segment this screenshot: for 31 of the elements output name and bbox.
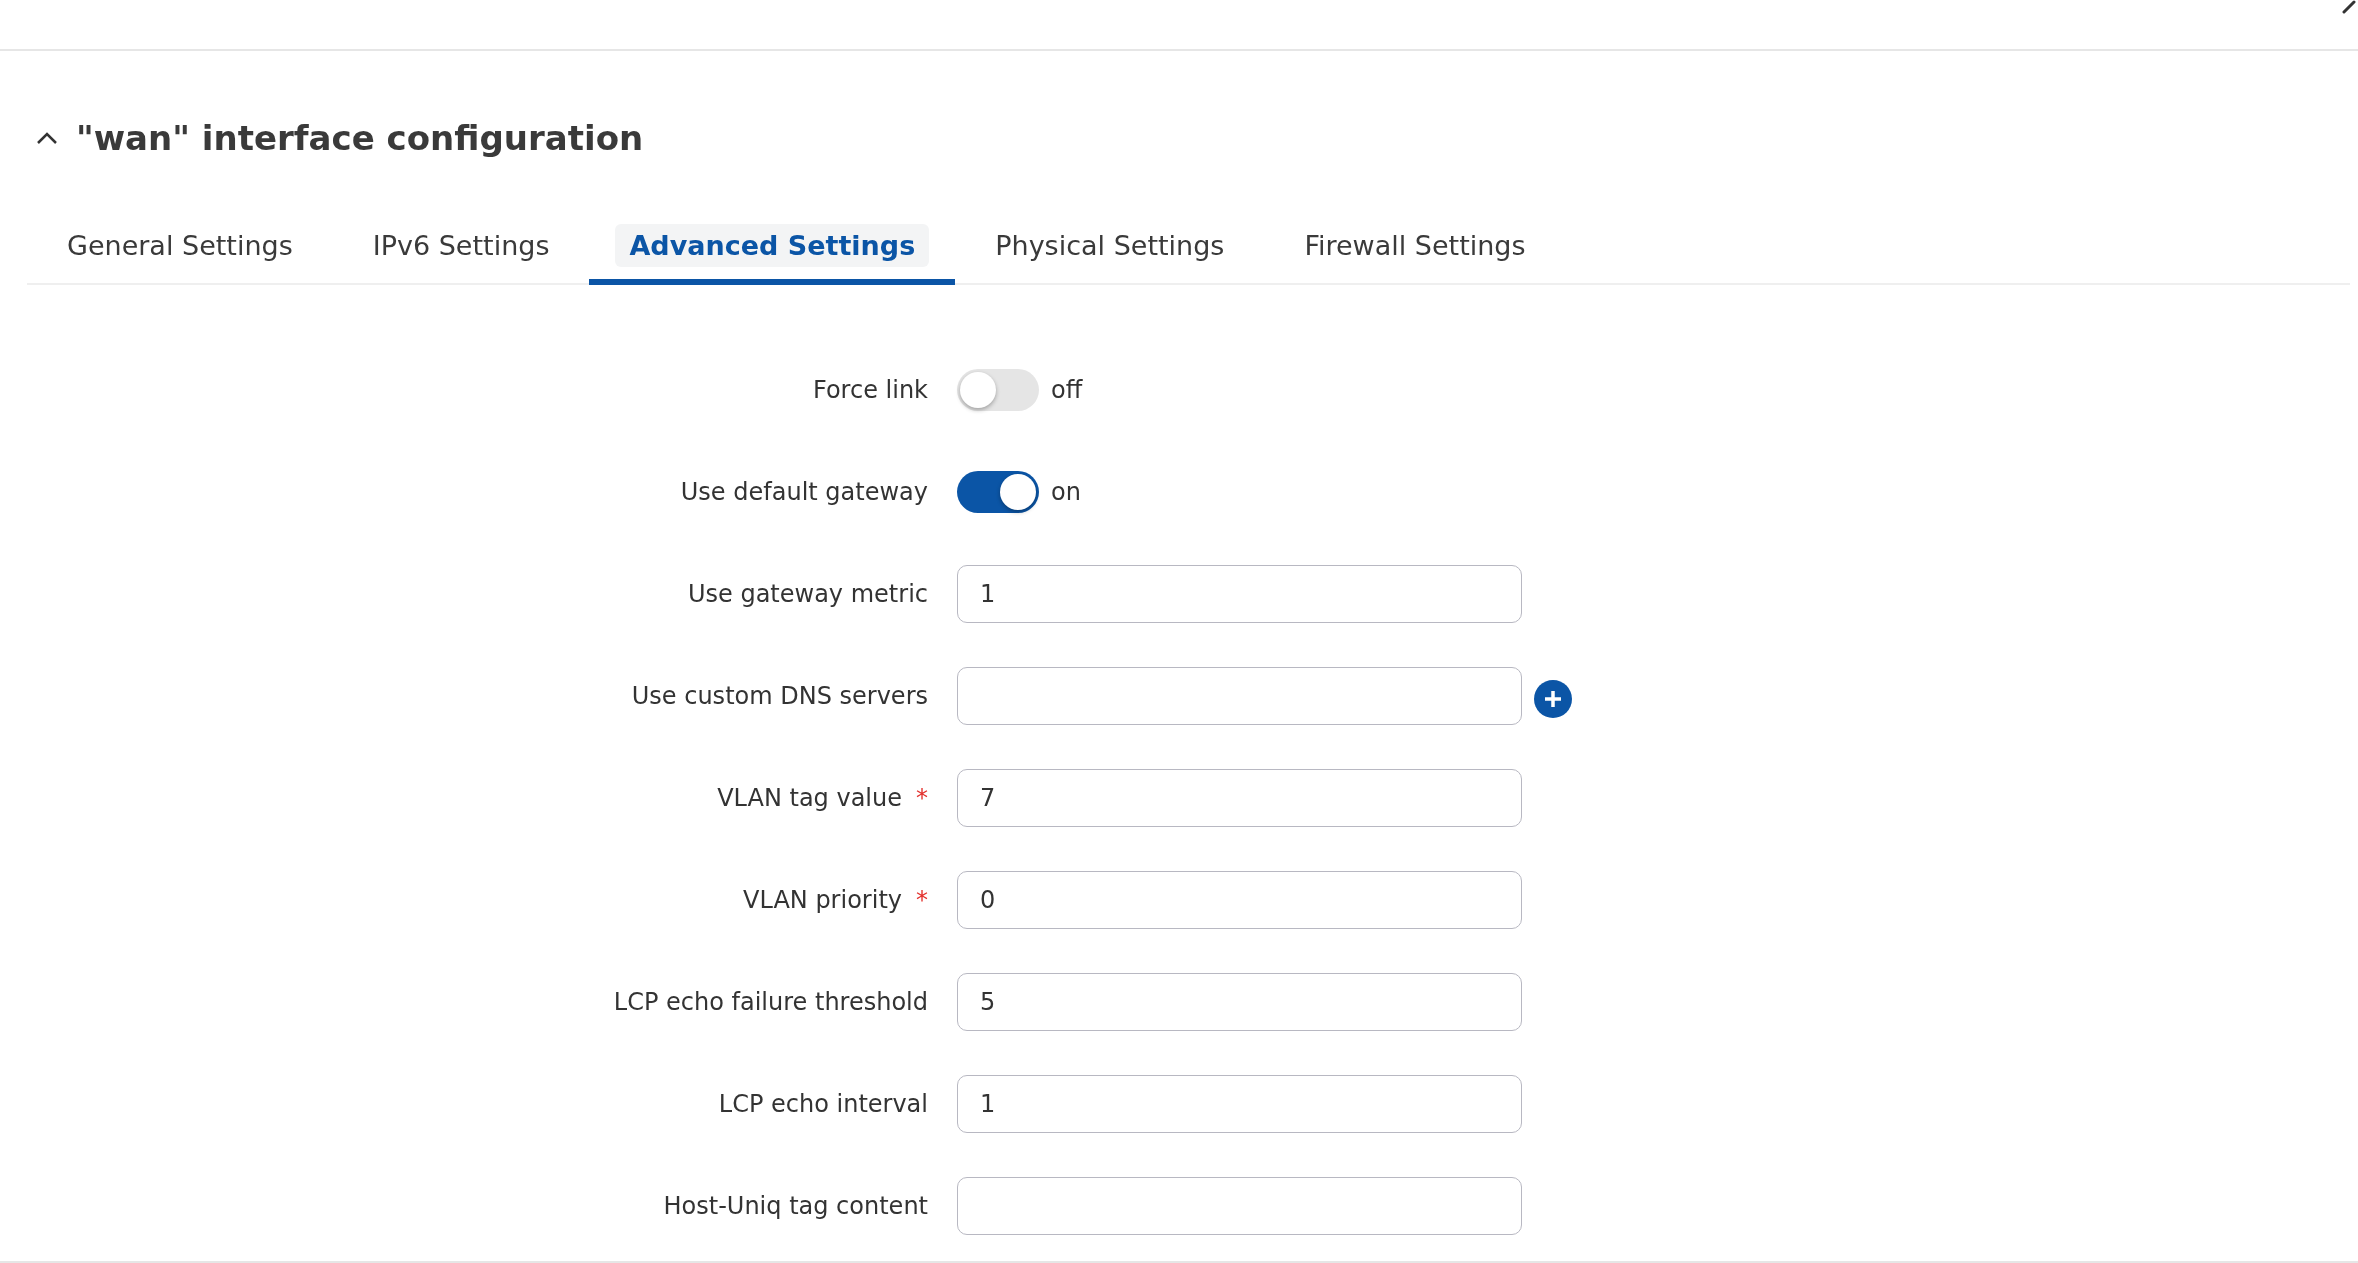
tab[interactable]: IPv6 Settings [332, 224, 590, 285]
add-button[interactable] [1534, 680, 1572, 718]
toggle-switch[interactable] [957, 471, 1039, 513]
input-field[interactable]: 7 [957, 769, 1522, 827]
toggle-switch[interactable] [957, 369, 1039, 411]
tab[interactable]: Firewall Settings [1264, 224, 1566, 285]
tab[interactable]: Physical Settings [955, 224, 1265, 285]
input-field[interactable]: 1 [957, 565, 1522, 623]
section-title: "wan" interface configuration [76, 118, 644, 158]
tab[interactable]: General Settings [27, 224, 333, 285]
toggle-state-label: off [1051, 376, 1083, 404]
diagonal-line-icon[interactable] [2342, 0, 2356, 14]
field-label: LCP echo failure threshold [613, 988, 928, 1016]
toggle-state-label: on [1051, 478, 1081, 506]
field-label: Use custom DNS servers [631, 682, 928, 710]
input-field[interactable]: 5 [957, 973, 1522, 1031]
input-field[interactable] [957, 1177, 1522, 1235]
plus-icon [1543, 689, 1563, 709]
required-marker: * [916, 784, 928, 812]
chevron-icon[interactable] [36, 131, 58, 145]
field-label: Use gateway metric [687, 580, 928, 608]
field-label: VLAN priority [743, 886, 902, 914]
required-marker: * [916, 886, 928, 914]
field-label: Host-Uniq tag content [663, 1192, 928, 1220]
field-label: Use default gateway [680, 478, 928, 506]
field-label: Force link [813, 376, 928, 404]
field-label: VLAN tag value [717, 784, 902, 812]
input-field[interactable]: 1 [957, 1075, 1522, 1133]
input-field[interactable] [957, 667, 1522, 725]
field-label: LCP echo interval [718, 1090, 928, 1118]
input-field[interactable]: 0 [957, 871, 1522, 929]
